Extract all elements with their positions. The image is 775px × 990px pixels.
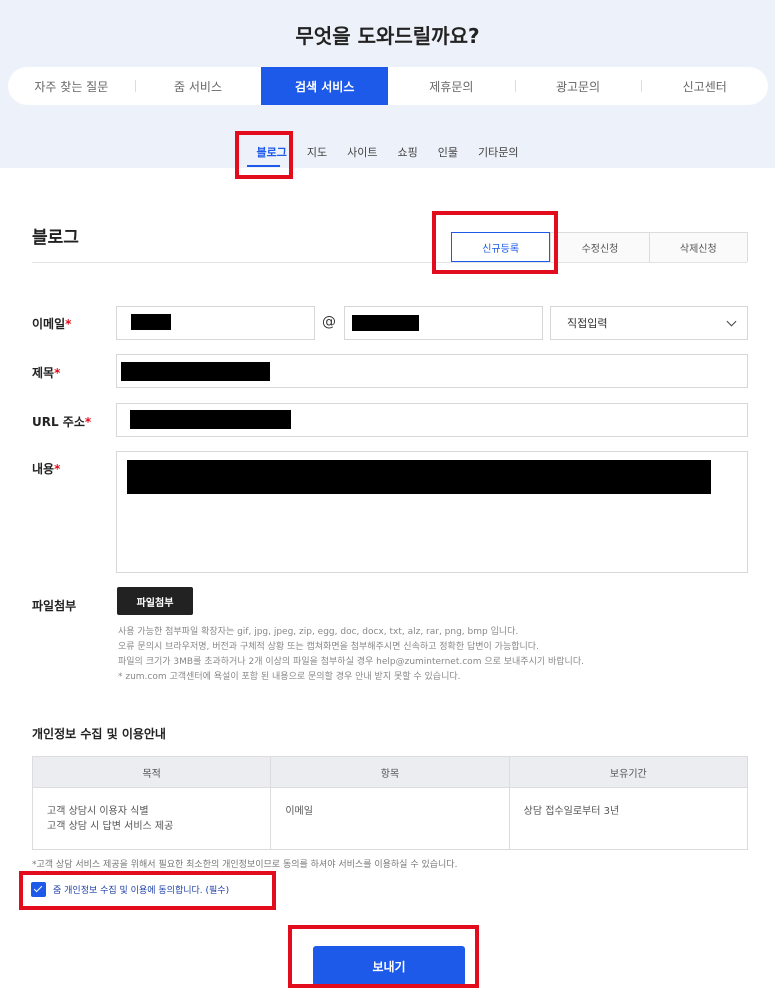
title-label: 제목* — [32, 366, 61, 380]
url-label: URL 주소* — [32, 415, 92, 429]
tab-delete-request[interactable]: 삭제신청 — [648, 233, 747, 262]
subtab-shopping[interactable]: 쇼핑 — [388, 143, 428, 163]
file-attach-button[interactable]: 파일첨부 — [117, 587, 193, 615]
sub-tab-bar: 블로그 지도 사이트 쇼핑 인물 기타문의 — [0, 143, 775, 163]
highlight-box-blog-tab — [235, 131, 293, 179]
chevron-down-icon — [726, 316, 737, 326]
file-note-line: 파일의 크기가 3MB를 초과하거나 2개 이상의 파일을 첨부하실 경우 he… — [118, 657, 584, 667]
email-domain-input[interactable] — [344, 306, 543, 340]
redacted-text — [352, 315, 419, 331]
file-note-line: * zum.com 고객센터에 욕설이 포함 된 내용으로 문의할 경우 안내 … — [118, 672, 461, 682]
privacy-table: 목적 항목 보유기간 고객 상담시 이용자 식별 고객 상담 시 답변 서비스 … — [31, 756, 749, 850]
page-title: 무엇을 도와드릴까요? — [295, 24, 480, 48]
tab-edit-request[interactable]: 수정신청 — [550, 233, 648, 262]
content-label: 내용* — [32, 462, 61, 476]
redacted-text — [131, 314, 171, 330]
tab-faq[interactable]: 자주 찾는 질문 — [8, 67, 135, 105]
at-sign: @ — [322, 314, 336, 330]
email-id-input[interactable] — [116, 306, 315, 340]
tab-partnership[interactable]: 제휴문의 — [388, 67, 515, 105]
content-textarea[interactable] — [116, 451, 748, 573]
highlight-box-submit — [288, 925, 479, 988]
privacy-period-cell: 상담 접수일로부터 3년 — [508, 787, 749, 850]
file-note-line: 사용 가능한 첨부파일 확장자는 gif, jpg, jpeg, zip, eg… — [118, 627, 519, 637]
email-domain-select[interactable]: 직접입력 — [550, 306, 748, 340]
email-domain-select-value: 직접입력 — [567, 317, 608, 330]
redacted-text — [121, 362, 270, 381]
section-title: 블로그 — [32, 228, 79, 248]
title-input[interactable] — [116, 354, 748, 388]
privacy-title: 개인정보 수집 및 이용안내 — [32, 727, 166, 741]
privacy-purpose-cell: 고객 상담시 이용자 식별 고객 상담 시 답변 서비스 제공 — [31, 787, 272, 850]
redacted-text — [130, 410, 291, 429]
file-note-line: 오류 문의시 브라우저명, 버전과 구체적 상황 또는 캡쳐화면을 첨부해주시면… — [118, 642, 539, 652]
privacy-header-period: 보유기간 — [508, 756, 749, 788]
tab-advertising[interactable]: 광고문의 — [514, 67, 642, 105]
privacy-header-purpose: 목적 — [31, 756, 272, 788]
subtab-site[interactable]: 사이트 — [337, 143, 387, 163]
tab-search-service[interactable]: 검색 서비스 — [261, 67, 389, 105]
privacy-item-cell: 이메일 — [270, 787, 510, 850]
file-notes: 사용 가능한 첨부파일 확장자는 gif, jpg, jpeg, zip, eg… — [118, 625, 584, 685]
subtab-other[interactable]: 기타문의 — [468, 143, 528, 163]
subtab-people[interactable]: 인물 — [428, 143, 468, 163]
tab-zum-service[interactable]: 줌 서비스 — [134, 67, 262, 105]
privacy-note: *고객 상담 서비스 제공을 위해서 필요한 최소한의 개인정보이므로 동의를 … — [32, 860, 458, 870]
main-tab-bar: 자주 찾는 질문 줌 서비스 검색 서비스 제휴문의 광고문의 신고센터 — [8, 67, 768, 105]
subtab-map[interactable]: 지도 — [297, 143, 337, 163]
file-label: 파일첨부 — [32, 599, 77, 613]
redacted-text — [127, 460, 711, 494]
tab-report-center[interactable]: 신고센터 — [641, 67, 768, 105]
highlight-box-agree — [19, 871, 276, 910]
email-label: 이메일* — [32, 317, 72, 331]
url-input[interactable] — [116, 403, 748, 437]
highlight-box-new-registration — [432, 211, 558, 274]
section-divider — [32, 262, 747, 263]
privacy-header-item: 항목 — [270, 756, 510, 788]
